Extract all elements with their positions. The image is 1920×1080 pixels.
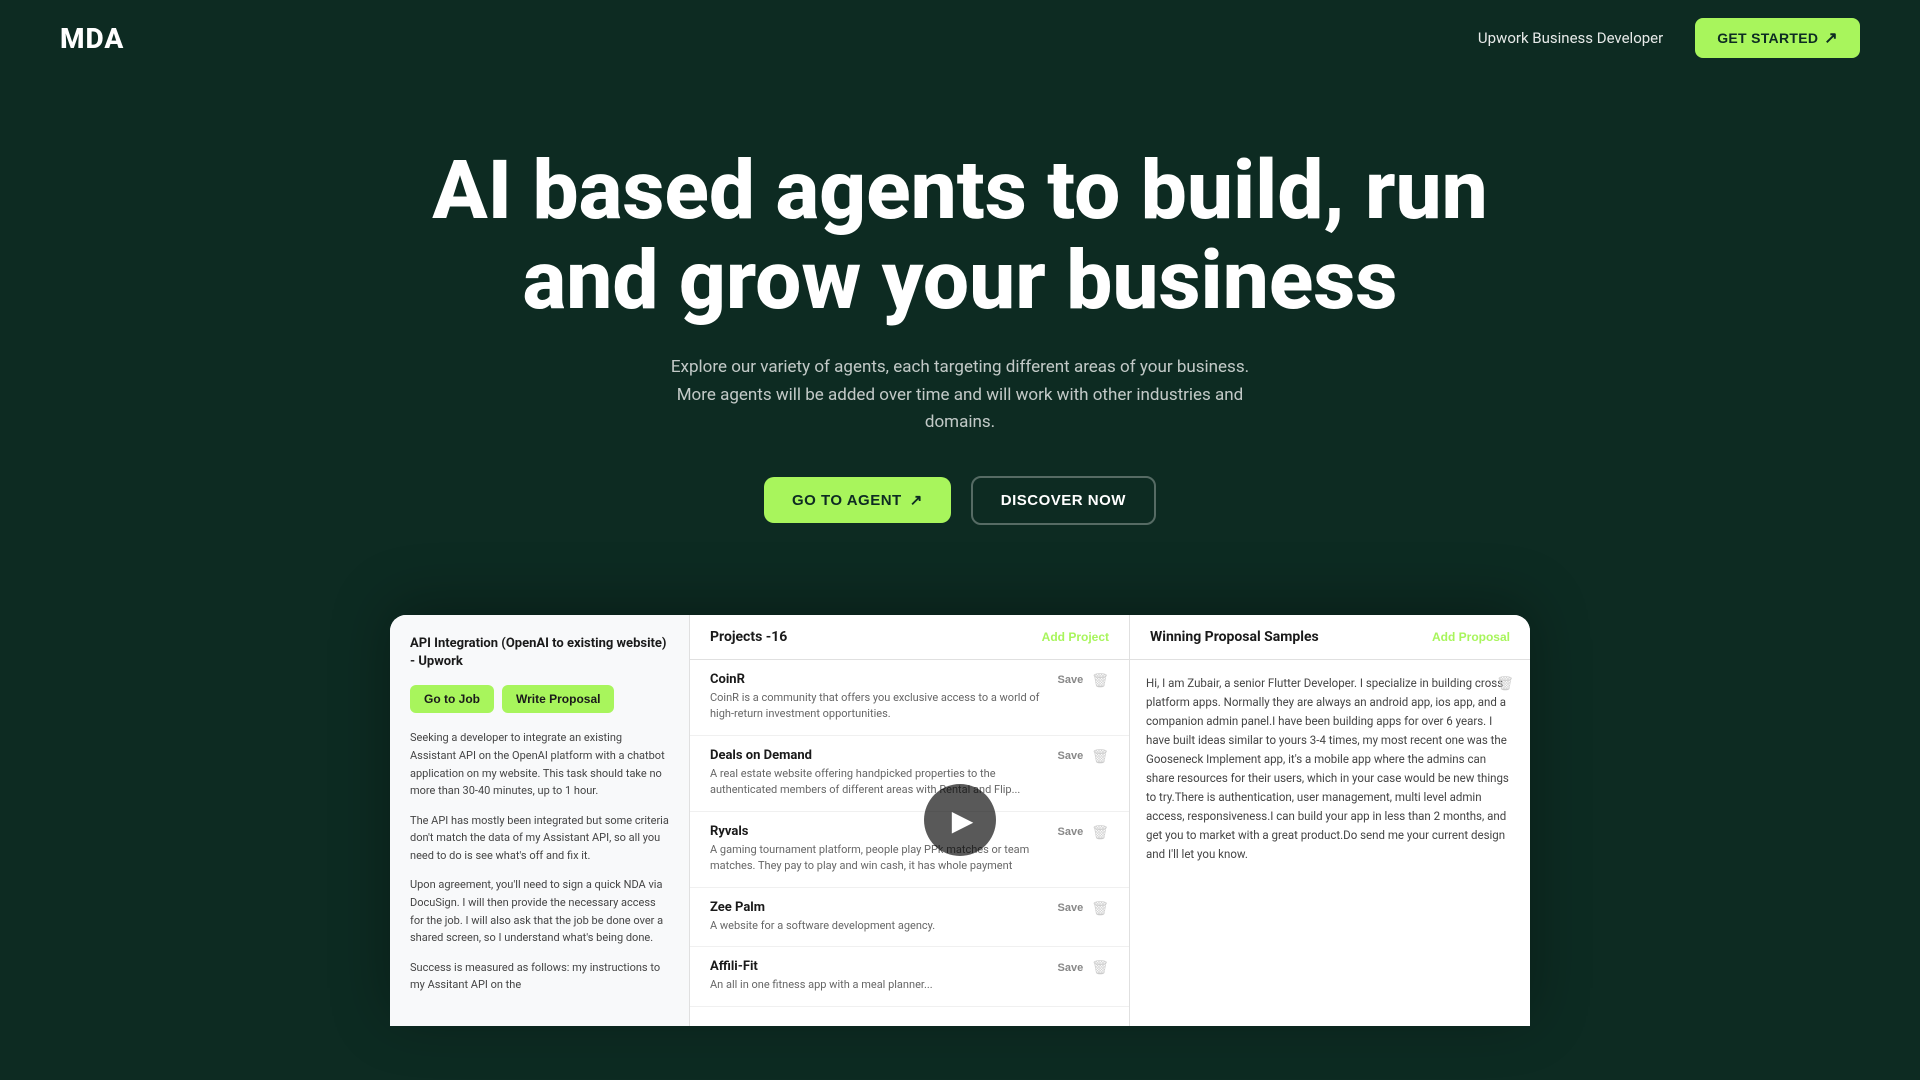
projects-title: Projects -16 [710,629,787,645]
arrow-icon: ↗ [1824,28,1838,48]
hero-section: AI based agents to build, run and grow y… [0,76,1920,575]
project-desc-zeepalm: A website for a software development age… [710,918,1048,935]
project-desc-deals: A real estate website offering handpicke… [710,766,1048,799]
nav-link-upwork[interactable]: Upwork Business Developer [1478,29,1663,47]
project-actions-zeepalm: Save 🗑 [1058,900,1109,917]
project-content-ryvals: Ryvals A gaming tournament platform, peo… [710,824,1048,875]
project-desc-ryvals: A gaming tournament platform, people pla… [710,842,1048,875]
project-content-deals: Deals on Demand A real estate website of… [710,748,1048,799]
project-name-deals: Deals on Demand [710,748,1048,763]
discover-now-button[interactable]: DISCOVER NOW [971,476,1156,525]
job-description: Seeking a developer to integrate an exis… [410,729,669,994]
project-actions-affilifit: Save 🗑 [1058,959,1109,976]
project-name-affilifit: Affili-Fit [710,959,1048,974]
project-item-affilifit: Affili-Fit An all in one fitness app wit… [690,947,1129,1007]
hero-subtitle: Explore our variety of agents, each targ… [650,354,1270,436]
project-actions-ryvals: Save 🗑 [1058,824,1109,841]
project-item-zeepalm: Zee Palm A website for a software develo… [690,888,1129,948]
project-content-coinr: CoinR CoinR is a community that offers y… [710,672,1048,723]
delete-ryvals-button[interactable]: 🗑 [1091,824,1109,841]
proposal-title: Winning Proposal Samples [1150,629,1319,645]
job-desc-paragraph-4: Success is measured as follows: my instr… [410,959,669,994]
delete-zeepalm-button[interactable]: 🗑 [1091,900,1109,917]
job-desc-paragraph-1: Seeking a developer to integrate an exis… [410,729,669,799]
job-title: API Integration (OpenAI to existing webs… [410,635,669,671]
project-content-affilifit: Affili-Fit An all in one fitness app wit… [710,959,1048,994]
delete-proposal-button[interactable]: 🗑 [1496,675,1514,692]
right-panel: Winning Proposal Samples Add Proposal Hi… [1130,615,1530,1026]
project-name-ryvals: Ryvals [710,824,1048,839]
play-icon: ▶ [952,804,974,837]
video-play-overlay[interactable]: ▶ [924,784,996,856]
project-name-coinr: CoinR [710,672,1048,687]
project-desc-coinr: CoinR is a community that offers you exc… [710,690,1048,723]
external-link-icon: ↗ [910,491,923,509]
projects-header: Projects -16 Add Project [690,615,1129,660]
logo: MDA [60,22,124,55]
middle-panel: Projects -16 Add Project CoinR CoinR is … [690,615,1130,1026]
project-item-ryvals: Ryvals A gaming tournament platform, peo… [690,812,1129,888]
proposal-header: Winning Proposal Samples Add Proposal [1130,615,1530,660]
project-actions-deals: Save 🗑 [1058,748,1109,765]
get-started-button[interactable]: GET STARTED ↗ [1695,18,1860,58]
save-deals-button[interactable]: Save [1058,750,1084,762]
job-desc-paragraph-3: Upon agreement, you'll need to sign a qu… [410,876,669,946]
add-project-button[interactable]: Add Project [1042,630,1109,644]
add-proposal-button[interactable]: Add Proposal [1432,630,1510,644]
job-desc-paragraph-2: The API has mostly been integrated but s… [410,812,669,865]
left-panel: API Integration (OpenAI to existing webs… [390,615,690,1026]
project-content-zeepalm: Zee Palm A website for a software develo… [710,900,1048,935]
project-actions-coinr: Save 🗑 [1058,672,1109,689]
delete-deals-button[interactable]: 🗑 [1091,748,1109,765]
navbar: MDA Upwork Business Developer GET STARTE… [0,0,1920,76]
save-zeepalm-button[interactable]: Save [1058,902,1084,914]
go-to-agent-button[interactable]: GO TO AGENT ↗ [764,477,951,523]
save-affilifit-button[interactable]: Save [1058,962,1084,974]
project-name-zeepalm: Zee Palm [710,900,1048,915]
nav-right: Upwork Business Developer GET STARTED ↗ [1478,18,1860,58]
save-coinr-button[interactable]: Save [1058,674,1084,686]
write-proposal-button[interactable]: Write Proposal [502,685,614,713]
project-item-deals: Deals on Demand A real estate website of… [690,736,1129,812]
app-preview: API Integration (OpenAI to existing webs… [390,615,1530,1026]
action-buttons: Go to Job Write Proposal [410,685,669,713]
delete-affilifit-button[interactable]: 🗑 [1091,959,1109,976]
project-desc-affilifit: An all in one fitness app with a meal pl… [710,977,1048,994]
hero-title: AI based agents to build, run and grow y… [410,146,1510,326]
project-item-coinr: CoinR CoinR is a community that offers y… [690,660,1129,736]
go-to-job-button[interactable]: Go to Job [410,685,494,713]
save-ryvals-button[interactable]: Save [1058,826,1084,838]
hero-buttons: GO TO AGENT ↗ DISCOVER NOW [60,476,1860,525]
proposal-text: Hi, I am Zubair, a senior Flutter Develo… [1130,660,1530,864]
delete-coinr-button[interactable]: 🗑 [1091,672,1109,689]
